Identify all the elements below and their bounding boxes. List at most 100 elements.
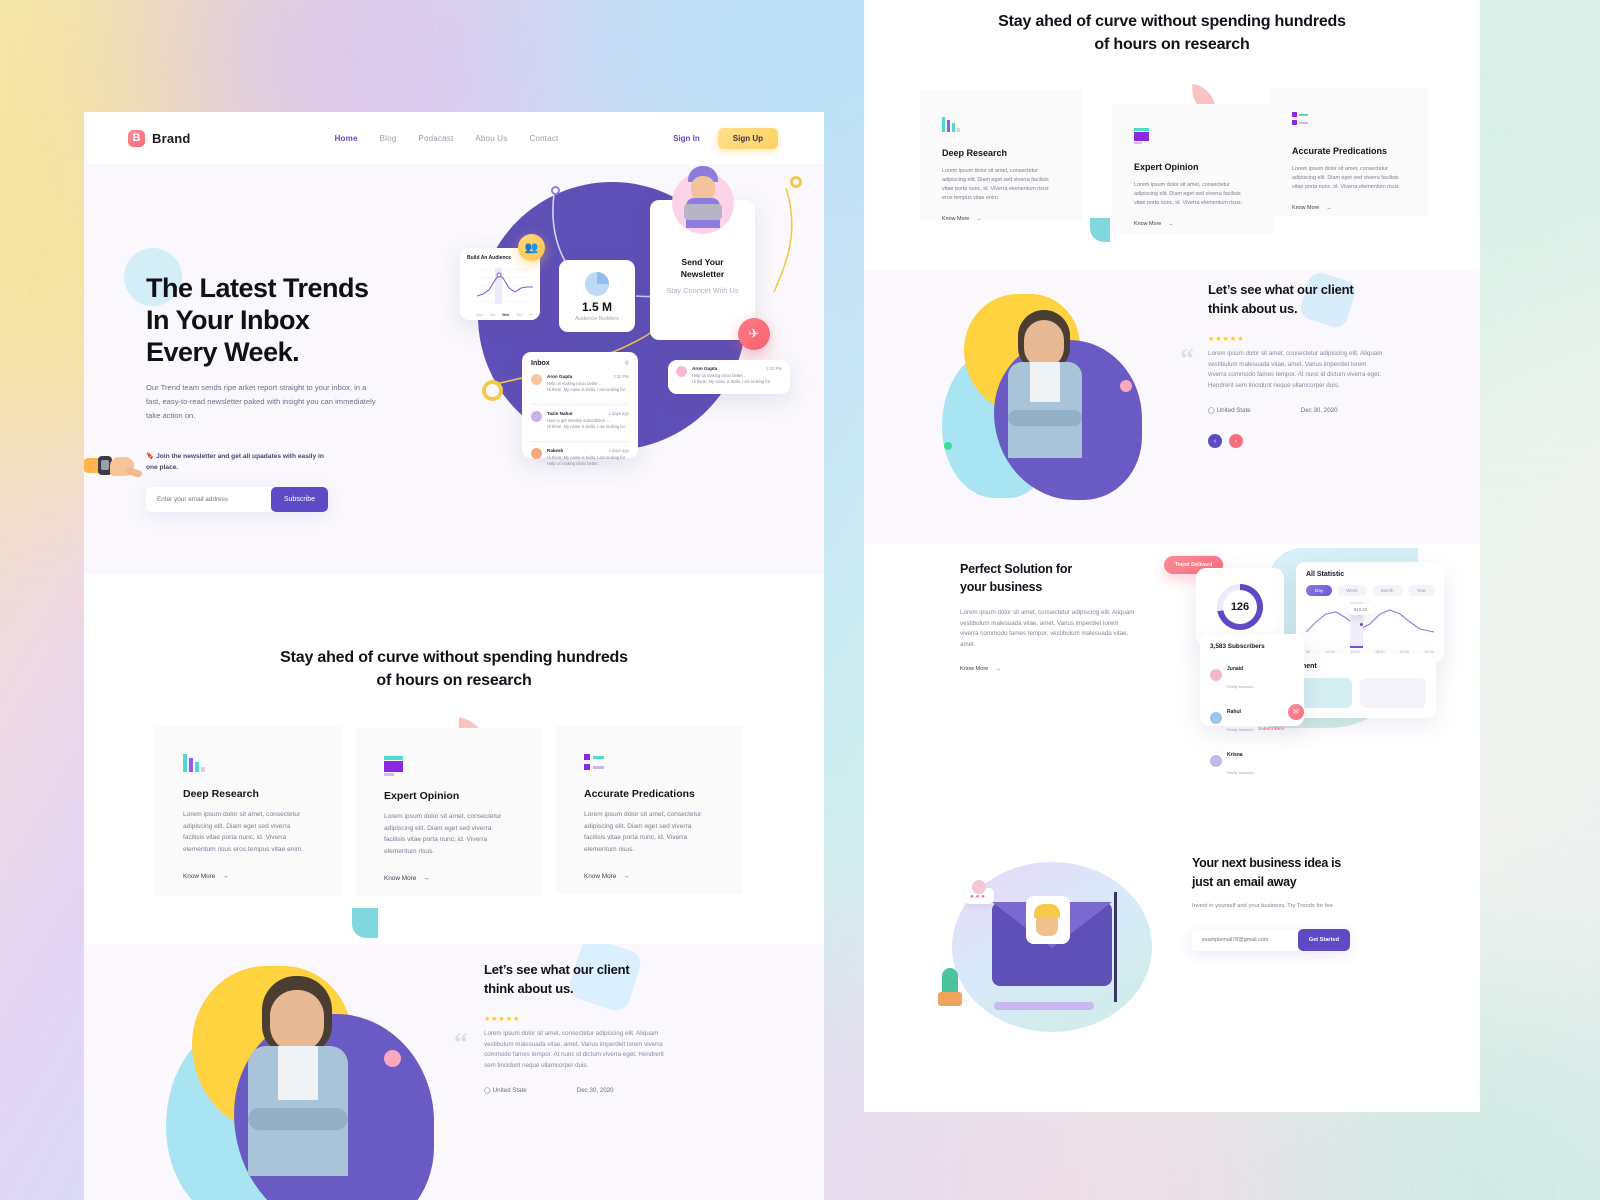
arrow-right-icon: → [976,216,982,222]
testimonial-location: ◯ United State [1208,407,1251,414]
segment-week[interactable]: Week [1337,585,1367,596]
axis-tick: Thu [516,313,523,317]
segment-month[interactable]: Month [1371,585,1403,596]
testimonial-next-button[interactable]: › [1229,434,1243,448]
know-more-label: Know More [960,666,989,672]
features-heading-line1: Stay ahed of curve without spending hund… [280,649,628,666]
know-more-link[interactable]: Know More → [584,873,714,880]
testimonial-location: ◯ United State [484,1087,527,1094]
decor-dot-purple [551,186,560,195]
nav-link-blog[interactable]: Blog [380,134,397,143]
testimonial-meta: ◯ United State Dec 30, 2020 [484,1087,724,1094]
all-statistic-title: All Statistic [1306,571,1345,578]
know-more-link[interactable]: Know More → [1292,205,1406,211]
nav-link-podcast[interactable]: Podacast [418,134,453,143]
features-heading: Stay ahed of curve without spending hund… [84,646,824,692]
subscribers-label: Subscribers [1258,726,1285,731]
testimonial-text: Lorem ipsum dolor sit amet, consectetur … [1208,350,1383,389]
know-more-link[interactable]: Know More → [1134,221,1252,227]
send-plane-icon[interactable]: ✈ [738,318,770,350]
pointing-hand-illustration [84,454,143,484]
hero-note-text: Join the newsletter and get all upadates… [146,453,324,471]
mail-time: 4 days ago [608,448,630,453]
sign-up-button[interactable]: Sign Up [717,127,778,149]
search-icon[interactable]: ⚲ [625,360,629,367]
mail-list-item[interactable]: Tazin Nahar 2 days ago How to get monthl… [531,404,629,434]
inbox-header: Inbox ⚲ [531,360,629,367]
nav-link-about-us[interactable]: Abou Us [475,134,507,143]
solution-know-more-link[interactable]: Know More → [960,666,1160,672]
window-layout-icon [384,756,514,776]
axis-tick: Mon [476,313,483,317]
person-avatar [672,166,734,234]
feature-text: Lorem ipsum dolor sit amet, consectetur … [384,813,502,855]
bookmark-icon: 🔖 [146,453,155,460]
statistic-segment-control[interactable]: Day Week Month Year [1306,585,1435,596]
subscriber-row: Junaid Reelly famosict... [1210,657,1294,693]
feature-title: Accurate Predications [584,788,695,800]
subscribe-email-input[interactable] [146,496,271,503]
know-more-link[interactable]: Know More → [183,873,313,880]
client-photo [974,306,1144,506]
send-newsletter-card: Send Your Newsletter Stay Conncet With U… [650,166,755,340]
audience-stat-card: 1.5 M Audence Builders [559,260,635,332]
feature-title: Expert Opinion [384,790,460,802]
chart-point [1360,623,1363,626]
mail-subject: Hi there, My name is Sella, I am looking… [547,454,626,460]
solution-dashboard: Trend Deliverd 126 All Statistic Day Wee… [1164,544,1464,814]
message-icon-button[interactable]: ✉ [1288,704,1304,720]
newsletter-subtitle: Stay Conncet With Us [666,286,739,295]
hero-title-line1: The Latest Trends [146,273,369,303]
feature-card[interactable]: Expert Opinion Lorem ipsum dolor sit ame… [1112,104,1274,234]
nav-link-contact[interactable]: Contact [529,134,558,143]
feature-text: Lorem ipsum dolor sit amet, consectetur … [183,811,304,853]
testimonial-title-line1: Let’s see what our client [1208,282,1354,297]
get-started-button[interactable]: Get Started [1297,929,1350,951]
features-heading-line2: of hours on research [1094,36,1250,53]
subscribe-button[interactable]: Subscribe [270,487,328,512]
nav-link-home[interactable]: Home [335,134,358,143]
arrow-right-icon: → [1326,205,1332,211]
pie-chart-icon [585,272,609,296]
features-heading: Stay ahed of curve without spending hund… [864,10,1480,56]
solution-title-line2: your business [960,580,1043,594]
segment-day[interactable]: Day [1306,585,1333,596]
cta-illustration: ●●● [934,852,1174,1042]
testimonial-prev-button[interactable]: ‹ [1208,434,1222,448]
testimonial-section-right: Let’s see what our client think about us… [864,270,1480,544]
bar-chart-icon [183,754,313,772]
cta-email-input[interactable] [1192,937,1298,943]
mail-list-item[interactable]: Rakesh 4 days ago Hi there, My name is S… [531,441,629,471]
know-more-label: Know More [384,875,417,882]
brand-logo-icon: B [128,129,145,147]
rating-stars: ★★★★★ [1208,336,1245,343]
feature-card[interactable]: Deep Research Lorem ipsum dolor sit amet… [920,90,1082,222]
testimonial-text: Lorem ipsum dolor sit amet, consectetur … [484,1030,664,1069]
subscriber-meta: Reelly famosict... [1227,685,1256,689]
mail-subject: How to get monthly subscribtion .... [547,417,611,423]
know-more-link[interactable]: Know More → [384,875,514,882]
know-more-link[interactable]: Know More → [942,216,1060,222]
brand[interactable]: B Brand [128,129,191,147]
feature-card[interactable]: Expert Opinion Lorem ipsum dolor sit ame… [356,728,542,896]
feature-text: Lorem ipsum dolor sit amet, consectetur … [1292,166,1401,190]
audience-line-chart [476,268,533,304]
floating-mail-card[interactable]: Aron Gupta 2.30 PM Help us making inbox … [668,360,790,394]
feature-card[interactable]: Accurate Predications Lorem ipsum dolor … [1270,88,1428,216]
mail-subject: Help us making inbox better... [547,380,601,386]
avatar [531,411,542,422]
features-section-right: Stay ahed of curve without spending hund… [864,0,1480,270]
left-page-panel: B Brand Home Blog Podacast Abou Us Conta… [84,112,824,1200]
axis-tick: Fri [529,313,533,317]
sign-in-link[interactable]: Sign In [673,134,700,143]
feature-card[interactable]: Deep Research Lorem ipsum dolor sit amet… [155,726,341,896]
testimonial-title-line1: Let’s see what our client [484,962,630,977]
navbar: B Brand Home Blog Podacast Abou Us Conta… [84,112,824,164]
mail-preview: Hi there, My name is Sella, I am looking… [547,387,626,392]
mail-sender: Aron Gupta [547,374,573,379]
feature-card[interactable]: Accurate Predications Lorem ipsum dolor … [556,726,742,894]
hero-illustration: Build An Audience Mon Tue Wed Thu Fri 👥 … [456,166,806,572]
arrow-right-icon: → [222,873,229,880]
segment-year[interactable]: Year [1407,585,1435,596]
mail-list-item[interactable]: Aron Gupta 2.30 PM Help us making inbox … [531,374,629,397]
